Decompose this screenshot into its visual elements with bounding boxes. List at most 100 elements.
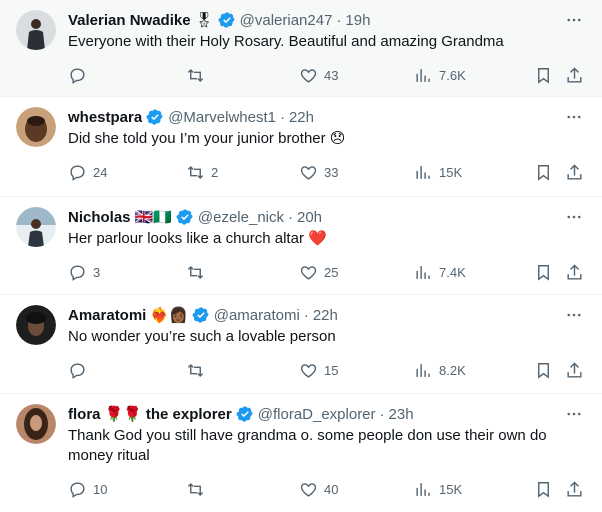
timestamp[interactable]: 23h — [389, 406, 414, 423]
display-name[interactable]: Valerian Nwadike — [68, 12, 191, 29]
more-button[interactable] — [564, 305, 584, 325]
views-button[interactable]: 7.4K — [414, 263, 466, 282]
views-button[interactable]: 7.6K — [414, 66, 466, 85]
bookmark-icon — [538, 164, 549, 181]
avatar[interactable] — [16, 107, 56, 147]
tweet[interactable]: Valerian Nwadike 🎖 @valerian247 · 19h Ev… — [0, 0, 602, 97]
display-name[interactable]: Nicholas — [68, 209, 131, 226]
more-icon — [567, 412, 581, 416]
name-emoji: 🇬🇧🇳🇬 — [134, 209, 172, 226]
display-name[interactable]: flora — [68, 406, 101, 423]
more-button[interactable] — [564, 207, 584, 227]
views-icon — [416, 265, 430, 279]
views-button[interactable]: 15K — [414, 480, 462, 499]
tweet[interactable]: flora 🌹🌹 the explorer @floraD_explorer ·… — [0, 394, 602, 512]
like-count: 40 — [324, 481, 339, 497]
display-name[interactable]: whestpara — [68, 109, 142, 126]
like-button[interactable]: 25 — [299, 263, 338, 282]
timestamp[interactable]: 19h — [345, 12, 370, 29]
retweet-button[interactable] — [186, 361, 211, 380]
like-count: 25 — [324, 264, 339, 280]
share-button[interactable] — [565, 361, 584, 380]
verified-badge-icon — [218, 11, 236, 29]
reply-count: 3 — [93, 264, 101, 280]
tweet-actions: 10 40 15K — [68, 472, 586, 506]
user-handle[interactable]: @ezele_nick — [198, 209, 284, 226]
tweet[interactable]: whestpara @Marvelwhest1 · 22h Did she to… — [0, 97, 602, 197]
reply-icon — [70, 164, 85, 181]
timestamp[interactable]: 22h — [313, 307, 338, 324]
retweet-button[interactable]: 2 — [186, 163, 218, 182]
retweet-button[interactable] — [186, 263, 211, 282]
more-icon — [567, 18, 581, 22]
timestamp[interactable]: 22h — [289, 109, 314, 126]
like-button[interactable]: 43 — [299, 66, 338, 85]
tweet[interactable]: Amaratomi ❤️‍🔥👩🏾 @amaratomi · 22h No won… — [0, 295, 602, 394]
more-button[interactable] — [564, 107, 584, 127]
display-name-suffix[interactable]: the explorer — [146, 406, 232, 423]
like-button[interactable]: 15 — [299, 361, 338, 380]
display-name[interactable]: Amaratomi — [68, 307, 146, 324]
tweet[interactable]: Nicholas 🇬🇧🇳🇬 @ezele_nick · 20h Her parl… — [0, 197, 602, 295]
tweet-actions: 43 7.6K — [68, 58, 586, 92]
retweet-button[interactable] — [186, 66, 211, 85]
timestamp[interactable]: 20h — [297, 209, 322, 226]
retweet-icon — [187, 265, 204, 279]
like-button[interactable]: 33 — [299, 163, 338, 182]
share-icon — [567, 263, 582, 280]
user-handle[interactable]: @floraD_explorer — [258, 406, 376, 423]
avatar[interactable] — [16, 207, 56, 247]
bookmark-button[interactable] — [534, 480, 553, 499]
tweet-text: Thank God you still have grandma o. some… — [68, 427, 547, 464]
user-handle[interactable]: @amaratomi — [214, 307, 300, 324]
view-count: 8.2K — [439, 362, 466, 378]
like-count: 15 — [324, 362, 339, 378]
bookmark-button[interactable] — [534, 163, 553, 182]
user-handle[interactable]: @Marvelwhest1 — [168, 109, 276, 126]
avatar[interactable] — [16, 305, 56, 345]
reply-button[interactable] — [68, 66, 93, 85]
name-emoji: 🎖 — [194, 12, 214, 29]
tweet-actions: 3 25 7.4K — [68, 255, 586, 289]
retweet-button[interactable] — [186, 480, 211, 499]
share-icon — [567, 361, 582, 378]
verified-badge-icon — [192, 306, 210, 324]
like-icon — [300, 68, 317, 83]
like-icon — [300, 482, 317, 497]
reply-button[interactable]: 3 — [68, 263, 100, 282]
avatar[interactable] — [16, 10, 56, 50]
bookmark-icon — [538, 362, 549, 379]
bookmark-button[interactable] — [534, 66, 553, 85]
reply-button[interactable] — [68, 361, 93, 380]
avatar[interactable] — [16, 404, 56, 444]
share-button[interactable] — [565, 163, 584, 182]
more-button[interactable] — [564, 404, 584, 424]
reply-button[interactable]: 10 — [68, 480, 107, 499]
views-button[interactable]: 8.2K — [414, 361, 466, 380]
like-icon — [300, 165, 317, 180]
view-count: 7.6K — [439, 67, 466, 83]
reply-button[interactable]: 24 — [68, 163, 107, 182]
view-count: 15K — [439, 481, 463, 497]
like-icon — [300, 363, 317, 378]
separator-dot: · — [379, 405, 385, 423]
share-button[interactable] — [565, 480, 584, 499]
retweet-icon — [187, 68, 204, 82]
bookmark-icon — [538, 67, 549, 84]
like-count: 33 — [324, 164, 339, 180]
reply-icon — [70, 67, 85, 84]
tweet-text: Her parlour looks like a church altar ❤️ — [68, 230, 327, 247]
views-button[interactable]: 15K — [414, 163, 462, 182]
verified-badge-icon — [146, 108, 164, 126]
user-handle[interactable]: @valerian247 — [240, 12, 333, 29]
bookmark-button[interactable] — [534, 263, 553, 282]
more-button[interactable] — [564, 10, 584, 30]
retweet-icon — [187, 165, 204, 179]
bookmark-button[interactable] — [534, 361, 553, 380]
reply-icon — [70, 264, 85, 281]
share-button[interactable] — [565, 263, 584, 282]
bookmark-icon — [538, 481, 549, 498]
reply-feed: Valerian Nwadike 🎖 @valerian247 · 19h Ev… — [0, 0, 602, 512]
like-button[interactable]: 40 — [299, 480, 338, 499]
share-button[interactable] — [565, 66, 584, 85]
